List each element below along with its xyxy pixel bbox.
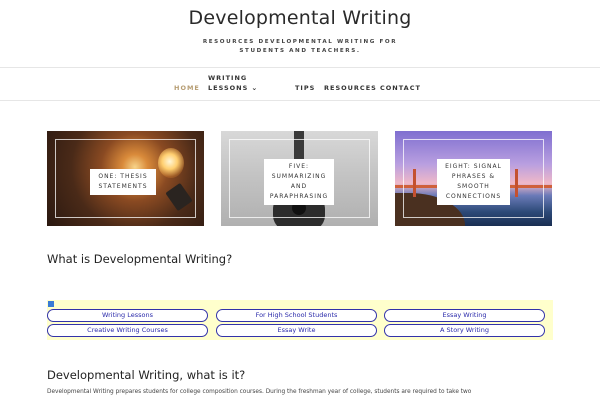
card-label[interactable]: One: Thesis Statements: [90, 169, 156, 195]
section-heading: Developmental Writing, what is it?: [47, 368, 246, 382]
body-paragraph: Developmental Writing prepares students …: [47, 389, 472, 395]
site-header: Developmental Writing Resources developm…: [0, 0, 600, 68]
ad-link[interactable]: Creative Writing Courses: [47, 324, 208, 337]
nav-item-resources[interactable]: Resources: [324, 83, 377, 93]
nav-item-label: Writing Lessons: [208, 74, 249, 92]
ad-link[interactable]: A Story Writing: [384, 324, 545, 337]
ad-link[interactable]: Essay Writing: [384, 309, 545, 322]
adchoices-icon[interactable]: [48, 301, 54, 307]
nav-item-home[interactable]: Home: [174, 83, 200, 93]
section-heading: What is Developmental Writing?: [47, 252, 233, 266]
card-label[interactable]: Five: Summarizing and Paraphrasing: [264, 159, 334, 205]
nav-item-contact[interactable]: Contact: [380, 83, 421, 93]
ad-link[interactable]: Writing Lessons: [47, 309, 208, 322]
main-nav: Home Writing Lessons ⌄ Tips Resources Con…: [0, 68, 600, 101]
lesson-card-thesis[interactable]: One: Thesis Statements: [47, 131, 204, 226]
lesson-card-summarizing[interactable]: Five: Summarizing and Paraphrasing: [221, 131, 378, 226]
site-description: Resources developmental writing for stud…: [202, 39, 398, 54]
site-title[interactable]: Developmental Writing: [0, 7, 600, 29]
ad-links-block: Writing Lessons For High School Students…: [47, 300, 553, 340]
nav-item-tips[interactable]: Tips: [295, 83, 315, 93]
ad-link[interactable]: Essay Write: [216, 324, 377, 337]
card-label[interactable]: Eight: Signal Phrases & Smooth Connectio…: [437, 159, 510, 205]
nav-item-writing-lessons[interactable]: Writing Lessons ⌄: [208, 73, 258, 93]
lesson-card-signal-phrases[interactable]: Eight: Signal Phrases & Smooth Connectio…: [395, 131, 552, 226]
chevron-down-icon: ⌄: [251, 84, 259, 92]
ad-link[interactable]: For High School Students: [216, 309, 377, 322]
